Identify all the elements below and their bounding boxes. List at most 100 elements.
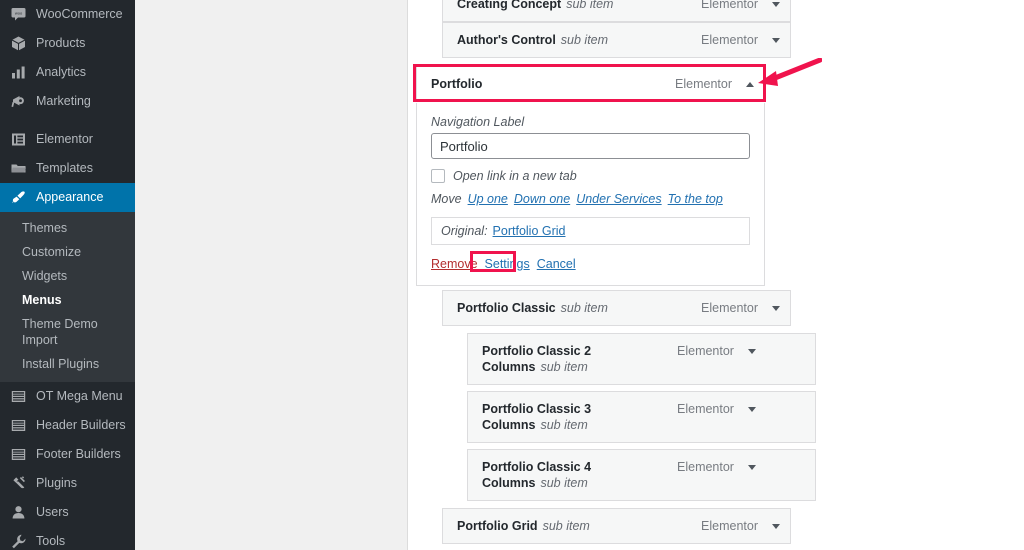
- navigation-label-caption: Navigation Label: [431, 115, 525, 129]
- menu-item-meta: Elementor: [675, 76, 754, 92]
- menu-item-meta: Elementor: [677, 401, 756, 417]
- chevron-down-icon[interactable]: [747, 464, 756, 470]
- menu-item-type: sub item: [566, 0, 614, 11]
- menu-item-title-group: Portfolio Classic 2 Columns sub item: [482, 343, 677, 375]
- menu-item-title-group: Portfolio: [431, 76, 675, 92]
- products-box-icon: [9, 35, 27, 53]
- menu-item-row[interactable]: Portfolio Classic sub item Elementor: [442, 290, 791, 326]
- sidebar-item-ot-mega-menu[interactable]: OT Mega Menu: [0, 382, 135, 411]
- sidebar-item-users[interactable]: Users: [0, 498, 135, 527]
- menu-item-type: sub item: [560, 33, 609, 47]
- menu-item-row[interactable]: Portfolio Classic 2 Columns sub item Elem…: [467, 333, 816, 385]
- menu-item-meta: Elementor: [677, 343, 756, 359]
- menu-item-title-group: Author's Control sub item: [457, 32, 701, 48]
- menu-item-type: sub item: [560, 301, 608, 315]
- submenu-item-install-plugins[interactable]: Install Plugins: [0, 352, 135, 376]
- sidebar-item-woocommerce[interactable]: woo WooCommerce: [0, 0, 135, 29]
- menu-item-row[interactable]: Portfolio Grid sub item Elementor: [442, 508, 791, 544]
- sidebar-item-templates[interactable]: Templates: [0, 154, 135, 183]
- menu-item-origin: Elementor: [701, 0, 758, 11]
- menu-item-meta: Elementor: [701, 300, 780, 316]
- chevron-down-icon[interactable]: [747, 406, 756, 412]
- move-up-one-link[interactable]: Up one: [468, 192, 508, 206]
- submenu-item-label: Widgets: [22, 269, 68, 283]
- sidebar-item-label: Plugins: [36, 476, 77, 491]
- menu-item-row[interactable]: Author's Control sub item Elementor: [442, 22, 791, 58]
- sidebar-item-label: Appearance: [36, 190, 104, 205]
- settings-link[interactable]: Settings: [485, 257, 530, 271]
- remove-link[interactable]: Remove: [431, 257, 478, 271]
- menu-item-row[interactable]: Creating Concept sub item Elementor: [442, 0, 791, 22]
- sidebar-item-marketing[interactable]: Marketing: [0, 87, 135, 116]
- cancel-link[interactable]: Cancel: [537, 257, 576, 271]
- submenu-item-customize[interactable]: Customize: [0, 240, 135, 264]
- sidebar-item-label: Elementor: [36, 132, 93, 147]
- move-down-one-link[interactable]: Down one: [514, 192, 570, 206]
- menu-item-meta: Elementor: [701, 0, 780, 12]
- open-new-tab-label: Open link in a new tab: [453, 169, 577, 183]
- menu-item-origin: Elementor: [677, 402, 734, 416]
- sidebar-item-footer-builders[interactable]: Footer Builders: [0, 440, 135, 469]
- marketing-megaphone-icon: [9, 93, 27, 111]
- sidebar-item-label: WooCommerce: [36, 7, 123, 22]
- plugins-plug-icon: [9, 475, 27, 493]
- users-icon: [9, 504, 27, 522]
- chevron-down-icon[interactable]: [772, 37, 780, 43]
- submenu-item-label: Install Plugins: [22, 357, 100, 371]
- open-new-tab-row[interactable]: Open link in a new tab: [431, 169, 750, 183]
- chevron-down-icon[interactable]: [772, 1, 780, 7]
- menu-item-meta: Elementor: [701, 518, 780, 534]
- sidebar-item-products[interactable]: Products: [0, 29, 135, 58]
- menu-item-title: Portfolio: [431, 77, 483, 91]
- menu-item-title: Creating Concept: [457, 0, 562, 11]
- sidebar-item-elementor[interactable]: Elementor: [0, 125, 135, 154]
- original-target-link[interactable]: Portfolio Grid: [493, 224, 566, 238]
- menu-item-settings-panel: Navigation Label Open link in a new tab …: [416, 103, 765, 286]
- submenu-item-widgets[interactable]: Widgets: [0, 264, 135, 288]
- sidebar-item-plugins[interactable]: Plugins: [0, 469, 135, 498]
- menu-item-title: Author's Control: [457, 33, 556, 47]
- menu-item-meta: Elementor: [677, 459, 756, 475]
- move-under-services-link[interactable]: Under Services: [576, 192, 661, 206]
- chevron-down-icon[interactable]: [772, 523, 780, 529]
- open-new-tab-checkbox[interactable]: [431, 169, 445, 183]
- mega-menu-icon: [9, 388, 27, 406]
- templates-folder-icon: [9, 160, 27, 178]
- menu-item-row[interactable]: Portfolio Classic 4 Columns sub item Elem…: [467, 449, 816, 501]
- submenu-item-themes[interactable]: Themes: [0, 216, 135, 240]
- menu-item-origin: Elementor: [701, 33, 758, 47]
- menu-item-origin: Elementor: [675, 77, 732, 91]
- original-caption: Original:: [441, 224, 488, 238]
- chevron-up-icon[interactable]: [746, 81, 754, 87]
- sidebar-item-label: OT Mega Menu: [36, 389, 123, 404]
- sidebar-item-analytics[interactable]: Analytics: [0, 58, 135, 87]
- submenu-item-theme-demo-import[interactable]: Theme Demo Import: [0, 312, 135, 352]
- menu-item-meta: Elementor: [701, 32, 780, 48]
- tools-wrench-icon: [9, 533, 27, 550]
- elementor-icon: [9, 131, 27, 149]
- menu-item-title-group: Portfolio Classic 4 Columns sub item: [482, 459, 677, 491]
- move-row: Move Up one Down one Under Services To the t…: [431, 192, 750, 206]
- sidebar-item-label: Footer Builders: [36, 447, 121, 462]
- menu-item-title-group: Creating Concept sub item: [457, 0, 701, 12]
- submenu-item-menus[interactable]: Menus: [0, 288, 135, 312]
- move-to-the-top-link[interactable]: To the top: [668, 192, 723, 206]
- menu-item-row-portfolio[interactable]: Portfolio Elementor: [416, 66, 765, 102]
- menu-item-title: Portfolio Classic: [457, 301, 556, 315]
- sidebar-item-header-builders[interactable]: Header Builders: [0, 411, 135, 440]
- menu-item-type: sub item: [542, 519, 590, 533]
- menu-item-title: Portfolio Grid: [457, 519, 538, 533]
- navigation-label-input[interactable]: [431, 133, 750, 159]
- menu-item-type: sub item: [540, 360, 588, 374]
- menu-structure-left-column: [135, 0, 408, 550]
- chevron-down-icon[interactable]: [772, 305, 780, 311]
- woocommerce-icon: woo: [9, 6, 27, 24]
- menu-item-title-group: Portfolio Grid sub item: [457, 518, 701, 534]
- wp-admin-sidebar: woo WooCommerce Products Analytics Marke…: [0, 0, 143, 550]
- chevron-down-icon[interactable]: [747, 348, 756, 354]
- sidebar-item-appearance[interactable]: Appearance: [0, 183, 143, 212]
- sidebar-item-label: Templates: [36, 161, 93, 176]
- sidebar-item-tools[interactable]: Tools: [0, 527, 135, 550]
- menu-item-row[interactable]: Portfolio Classic 3 Columns sub item Elem…: [467, 391, 816, 443]
- sidebar-item-label: Analytics: [36, 65, 87, 80]
